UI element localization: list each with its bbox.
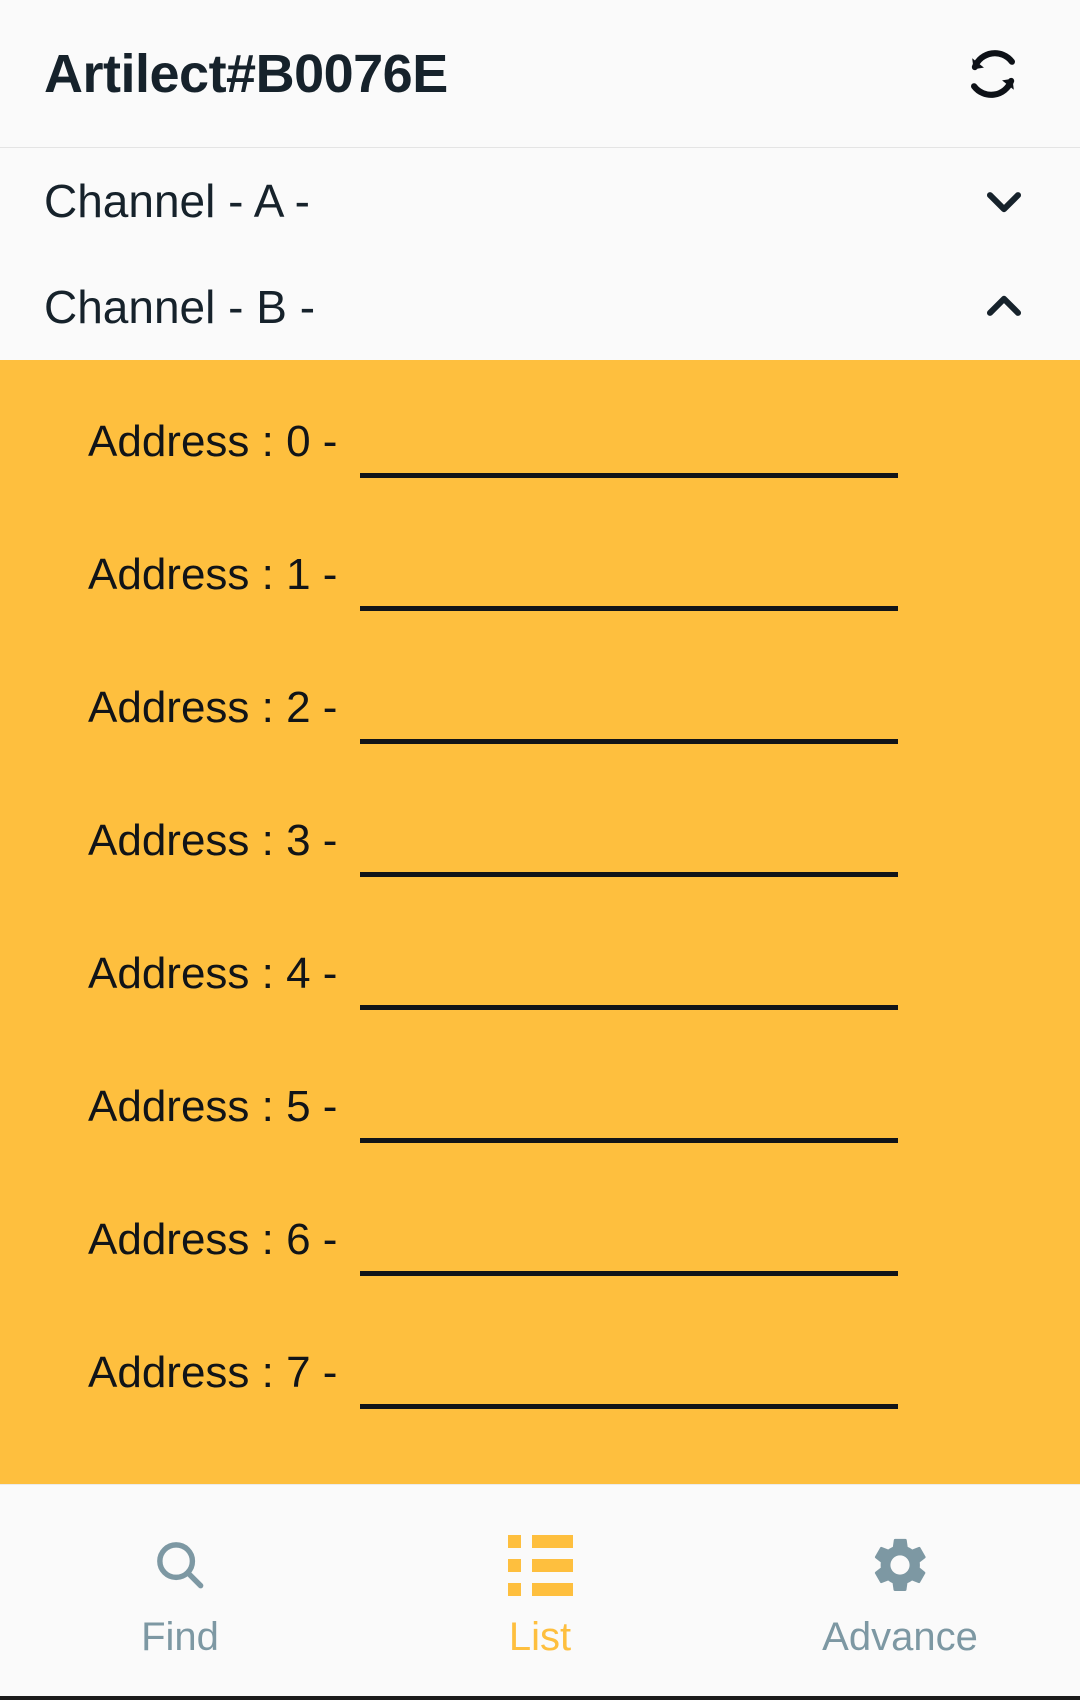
list-icon (507, 1525, 573, 1605)
gear-icon (868, 1525, 932, 1605)
address-label-6: Address : 6 - (88, 1215, 338, 1264)
address-input-1[interactable] (360, 549, 898, 611)
address-field-2[interactable] (360, 634, 898, 744)
address-input-3[interactable] (360, 815, 898, 877)
address-field-6[interactable] (360, 1166, 898, 1276)
channel-row-a[interactable]: Channel - A - (0, 148, 1080, 254)
channel-a-label: Channel - A - (44, 175, 310, 227)
nav-label-advance: Advance (822, 1615, 978, 1659)
nav-item-list[interactable]: List (360, 1505, 720, 1696)
search-icon (149, 1525, 211, 1605)
address-row: Address : 3 - (0, 767, 1080, 900)
address-label-3: Address : 3 - (88, 816, 338, 865)
address-label-7: Address : 7 - (88, 1348, 338, 1397)
app-screen: Artilect#B0076E Channel - A - Channel - … (0, 0, 1080, 1700)
address-label-5: Address : 5 - (88, 1082, 338, 1131)
chevron-up-icon[interactable] (968, 271, 1040, 343)
address-input-7[interactable] (360, 1347, 898, 1409)
address-input-6[interactable] (360, 1214, 898, 1276)
nav-item-find[interactable]: Find (0, 1505, 360, 1696)
address-row: Address : 5 - (0, 1033, 1080, 1166)
address-label-1: Address : 1 - (88, 550, 338, 599)
bottom-navigation: Find List Advance (0, 1484, 1080, 1700)
address-input-2[interactable] (360, 682, 898, 744)
app-bar: Artilect#B0076E (0, 0, 1080, 148)
address-input-5[interactable] (360, 1081, 898, 1143)
address-field-0[interactable] (360, 368, 898, 478)
address-label-2: Address : 2 - (88, 683, 338, 732)
address-field-4[interactable] (360, 900, 898, 1010)
chevron-down-icon[interactable] (968, 165, 1040, 237)
address-row: Address : 7 - (0, 1299, 1080, 1432)
address-row: Address : 1 - (0, 501, 1080, 634)
refresh-button[interactable] (950, 31, 1036, 117)
address-field-5[interactable] (360, 1033, 898, 1143)
address-input-4[interactable] (360, 948, 898, 1010)
address-row: Address : 6 - (0, 1166, 1080, 1299)
address-label-0: Address : 0 - (88, 417, 338, 466)
channel-list: Channel - A - Channel - B - (0, 148, 1080, 360)
page-title: Artilect#B0076E (44, 43, 448, 104)
address-row: Address : 4 - (0, 900, 1080, 1033)
address-label-4: Address : 4 - (88, 949, 338, 998)
channel-b-address-panel: Address : 0 - Address : 1 - Address : 2 … (0, 360, 1080, 1484)
address-row: Address : 0 - (0, 368, 1080, 501)
address-field-3[interactable] (360, 767, 898, 877)
nav-label-find: Find (141, 1615, 219, 1659)
address-row: Address : 2 - (0, 634, 1080, 767)
nav-label-list: List (508, 1615, 572, 1659)
address-field-1[interactable] (360, 501, 898, 611)
refresh-sync-icon (961, 42, 1025, 106)
address-input-0[interactable] (360, 416, 898, 478)
channel-row-b[interactable]: Channel - B - (0, 254, 1080, 360)
address-field-7[interactable] (360, 1299, 898, 1409)
nav-item-advance[interactable]: Advance (720, 1505, 1080, 1696)
channel-b-label: Channel - B - (44, 281, 316, 333)
